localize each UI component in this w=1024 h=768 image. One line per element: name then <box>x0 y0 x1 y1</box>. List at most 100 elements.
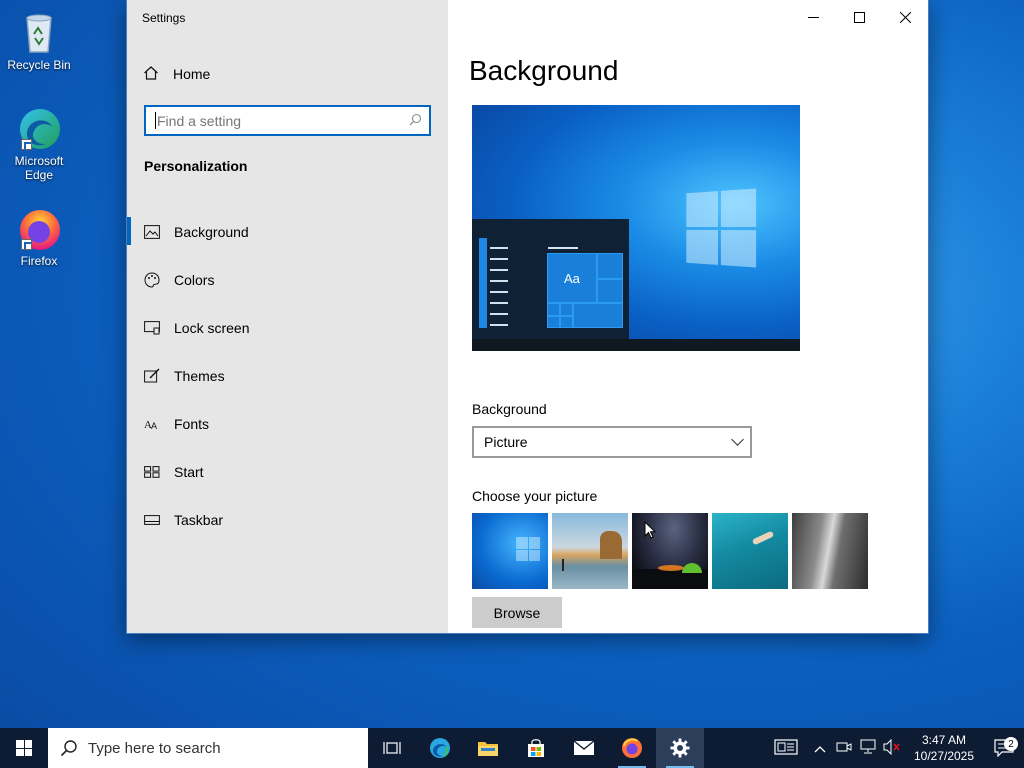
task-view-button[interactable] <box>368 728 416 768</box>
sidebar-item-themes[interactable]: Themes <box>127 352 448 400</box>
dropdown-value: Picture <box>484 434 528 450</box>
network-button[interactable] <box>856 739 880 758</box>
edge-icon <box>430 738 450 758</box>
browse-button[interactable]: Browse <box>472 597 562 628</box>
show-hidden-icons-button[interactable] <box>808 741 832 756</box>
taskbar-firefox[interactable] <box>608 728 656 768</box>
minimize-icon <box>807 16 819 18</box>
desktop-icon-label: Firefox <box>20 254 58 268</box>
taskbar-settings[interactable] <box>656 728 704 768</box>
recycle-bin-icon <box>15 8 63 56</box>
settings-window: Settings Home Personalization Background <box>127 0 928 633</box>
sidebar-item-label: Lock screen <box>174 320 250 336</box>
maximize-icon <box>853 11 865 23</box>
taskbar-mail[interactable] <box>560 728 608 768</box>
text-caret <box>155 112 156 129</box>
desktop-icon-label: Microsoft Edge <box>14 154 64 182</box>
home-icon <box>143 65 159 84</box>
nav-home[interactable]: Home <box>143 64 210 84</box>
sidebar-item-label: Fonts <box>174 416 210 432</box>
maximize-button[interactable] <box>836 0 882 34</box>
background-type-dropdown[interactable]: Picture <box>472 426 752 458</box>
start-icon <box>144 464 160 480</box>
background-preview: Aa <box>472 105 800 351</box>
desktop-icon-recycle-bin[interactable]: Recycle Bin <box>4 8 74 72</box>
window-title: Settings <box>142 11 186 25</box>
meet-now-button[interactable] <box>832 740 856 757</box>
volume-muted-icon <box>883 738 900 755</box>
preview-taskbar <box>472 339 800 351</box>
edge-icon <box>15 104 63 152</box>
sidebar-item-lock-screen[interactable]: Lock screen <box>127 304 448 352</box>
personalization-nav: Background Colors Lock screen Themes A A… <box>127 208 448 544</box>
taskbar-icon <box>144 512 160 528</box>
picture-thumbnail-underwater[interactable] <box>712 513 788 589</box>
close-icon <box>899 11 911 23</box>
taskbar-search-placeholder: Type here to search <box>88 739 221 757</box>
section-heading: Personalization <box>144 158 248 174</box>
windows-logo-icon <box>516 537 540 561</box>
sidebar-item-taskbar[interactable]: Taskbar <box>127 496 448 544</box>
background-type-label: Background <box>472 401 547 417</box>
choose-picture-label: Choose your picture <box>472 488 598 504</box>
taskbar-store[interactable] <box>512 728 560 768</box>
firefox-icon <box>15 204 63 252</box>
palette-icon <box>144 272 160 288</box>
shortcut-arrow-icon <box>21 139 32 150</box>
clock[interactable]: 3:47 AM 10/27/2025 <box>904 732 984 764</box>
sidebar-item-label: Colors <box>174 272 215 288</box>
close-button[interactable] <box>882 0 928 34</box>
desktop-icon-firefox[interactable]: Firefox <box>4 204 74 268</box>
taskbar: Type here to search 3:47 AM 10/27/2025 2 <box>0 728 1024 768</box>
windows-logo-icon <box>686 188 757 268</box>
notification-count-badge: 2 <box>1004 737 1018 751</box>
network-icon <box>860 739 876 753</box>
settings-gear-icon <box>670 738 690 758</box>
desktop-icon-edge[interactable]: Microsoft Edge <box>4 104 74 182</box>
news-widget-button[interactable] <box>764 738 808 758</box>
taskbar-file-explorer[interactable] <box>464 728 512 768</box>
search-icon[interactable] <box>401 113 429 129</box>
desktop-icon-label: Recycle Bin <box>7 58 71 72</box>
chevron-up-icon <box>814 745 826 752</box>
system-tray: 3:47 AM 10/27/2025 2 <box>764 728 1024 768</box>
brush-icon <box>144 368 160 384</box>
search-icon <box>60 740 77 757</box>
sidebar-item-fonts[interactable]: AA Fonts <box>127 400 448 448</box>
find-setting-search[interactable] <box>144 105 431 136</box>
settings-sidebar: Settings Home Personalization Background <box>127 0 448 633</box>
file-explorer-icon <box>478 742 498 756</box>
preview-app-icons <box>478 237 488 329</box>
task-view-icon <box>383 742 401 754</box>
start-button[interactable] <box>0 728 48 768</box>
clock-time: 3:47 AM <box>921 733 967 747</box>
picture-thumbnail-windows[interactable] <box>472 513 548 589</box>
volume-button[interactable] <box>880 738 904 758</box>
minimize-button[interactable] <box>790 0 836 34</box>
shortcut-arrow-icon <box>21 239 32 250</box>
picture-icon <box>144 224 160 240</box>
taskbar-edge[interactable] <box>416 728 464 768</box>
mail-icon <box>573 740 595 755</box>
home-label: Home <box>173 66 211 82</box>
action-center-button[interactable]: 2 <box>984 737 1024 757</box>
sidebar-item-background[interactable]: Background <box>127 208 448 256</box>
picture-thumbnail-waterfall[interactable] <box>792 513 868 589</box>
picture-thumbnails <box>472 513 868 589</box>
sidebar-item-label: Themes <box>174 368 225 384</box>
sidebar-item-label: Background <box>174 224 249 240</box>
sidebar-item-colors[interactable]: Colors <box>127 256 448 304</box>
search-input[interactable] <box>157 112 401 129</box>
sidebar-item-label: Start <box>174 464 204 480</box>
picture-thumbnail-beach-rocks[interactable] <box>552 513 628 589</box>
mouse-pointer-icon <box>644 521 656 539</box>
lock-screen-icon <box>144 320 160 336</box>
sidebar-item-label: Taskbar <box>174 512 224 528</box>
taskbar-search[interactable]: Type here to search <box>48 728 368 768</box>
camera-icon <box>836 742 852 751</box>
svg-text:A: A <box>151 421 157 431</box>
sidebar-item-start[interactable]: Start <box>127 448 448 496</box>
chevron-down-icon <box>731 433 744 446</box>
clock-date: 10/27/2025 <box>913 749 975 763</box>
preview-tile-text: Aa <box>564 271 580 286</box>
